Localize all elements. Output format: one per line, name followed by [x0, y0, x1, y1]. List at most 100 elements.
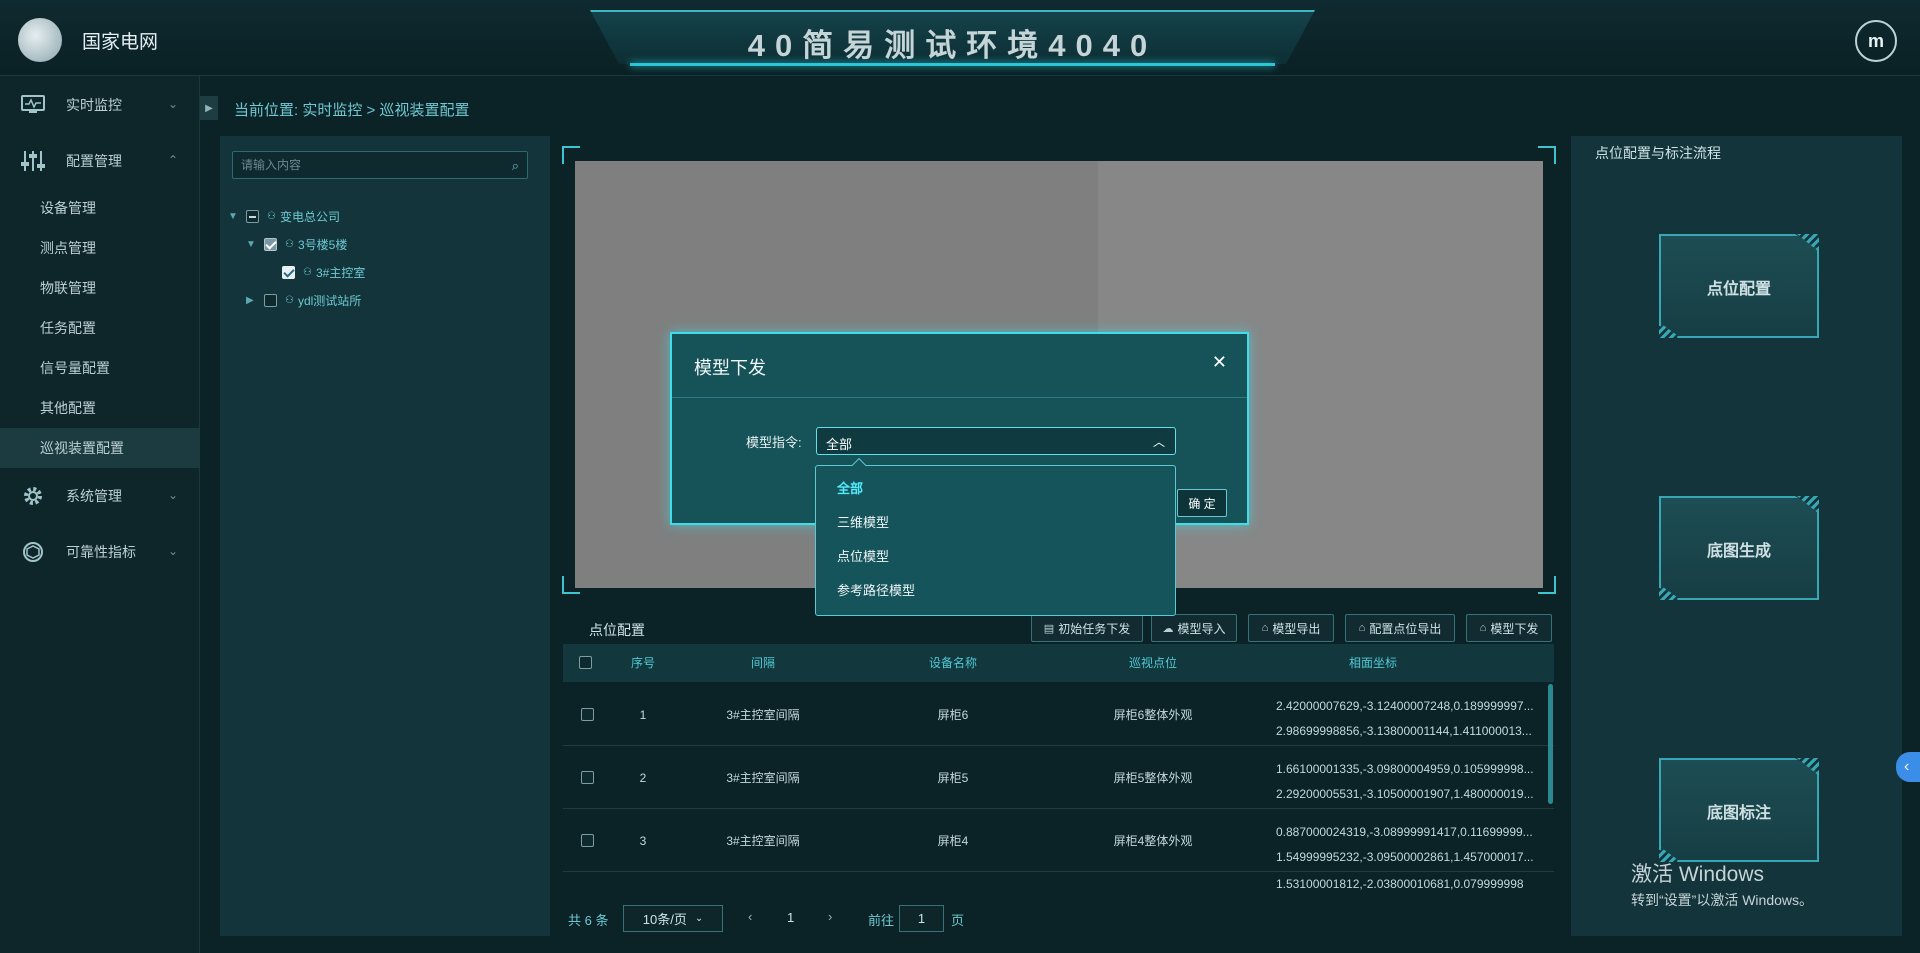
- cell-index: 3: [639, 833, 647, 848]
- sidebar-subitem-other-config[interactable]: 其他配置: [0, 388, 200, 428]
- point-config-export-button[interactable]: ⌂ 配置点位导出: [1345, 614, 1455, 642]
- dropdown-option[interactable]: 点位模型: [816, 540, 1175, 574]
- sidebar-item-reliability-index[interactable]: 可靠性指标 ⌄: [0, 532, 200, 572]
- step-point-config-button[interactable]: 点位配置: [1659, 234, 1819, 338]
- cell-device: 屏柜4: [937, 834, 969, 848]
- chevron-up-icon: ⌃: [167, 153, 178, 167]
- model-command-select[interactable]: 全部 ︿: [816, 427, 1176, 455]
- tree-search: ⌕: [232, 151, 528, 179]
- pagination: 共 6 条 10条/页 ⌄ ‹ 1 › 前往 1 页: [563, 903, 1554, 933]
- node-icon: ⚇: [303, 266, 312, 278]
- tree-node-label[interactable]: 3号楼5楼: [298, 236, 347, 253]
- point-config-toolbar: ▤ 初始任务下发 ☁ 模型导入 ⌂ 模型导出 ⌂ 配置点位导出 ⌂ 模型下发: [563, 614, 1554, 642]
- sidebar-subitem-device[interactable]: 设备管理: [0, 188, 200, 228]
- close-icon[interactable]: ✕: [1212, 352, 1227, 373]
- sidebar-subitem-iot[interactable]: 物联管理: [0, 268, 200, 308]
- sidebar-subitem-task-config[interactable]: 任务配置: [0, 308, 200, 348]
- tree-node-label[interactable]: 3#主控室: [316, 264, 365, 281]
- tree-node[interactable]: ⚇ 3#主控室: [264, 261, 365, 283]
- monitor-icon: [20, 94, 46, 116]
- tree-panel: ⌕ ▼ ⚇ 变电总公司 ▼ ⚇ 3号楼5楼 ⚇ 3#主控室 ▶ ⚇ ydl测试站…: [220, 136, 550, 936]
- table-scrollbar[interactable]: [1548, 684, 1553, 804]
- select-all-checkbox[interactable]: [579, 656, 592, 669]
- caret-down-icon[interactable]: ▼: [246, 239, 258, 250]
- tree-checkbox[interactable]: [264, 237, 277, 251]
- system-title: 40简易测试环境4040: [747, 28, 1158, 63]
- cell-bay: 3#主控室间隔: [726, 834, 800, 848]
- model-import-button[interactable]: ☁ 模型导入: [1151, 614, 1237, 642]
- table-row[interactable]: 1 3#主控室间隔 屏柜6 屏柜6整体外观 2.42000007629,-3.1…: [563, 683, 1554, 746]
- tree-checkbox[interactable]: [282, 265, 295, 279]
- cell-coordinates: 2.42000007629,-3.12400007248,0.189999997…: [1276, 699, 1534, 738]
- column-header: 巡视点位: [1128, 656, 1177, 670]
- tree-checkbox[interactable]: [264, 293, 277, 307]
- tree-node[interactable]: ▼ ⚇ 变电总公司: [228, 205, 340, 227]
- sidebar-subitem-signal-config[interactable]: 信号量配置: [0, 348, 200, 388]
- breadcrumb: 当前位置: 实时监控 > 巡视装置配置: [234, 99, 469, 120]
- sidebar-subitem-patrol-device-config[interactable]: 巡视装置配置: [0, 428, 200, 468]
- breadcrumb-path[interactable]: 实时监控 > 巡视装置配置: [302, 102, 469, 119]
- sidebar-item-config-management[interactable]: 配置管理 ⌃: [0, 141, 200, 181]
- workflow-title: 点位配置与标注流程: [1595, 145, 1721, 161]
- column-header: 间隔: [750, 656, 775, 670]
- tree-node-label[interactable]: 变电总公司: [280, 208, 340, 225]
- cell-device: 屏柜5: [937, 771, 969, 785]
- export-icon: ⌂: [1479, 622, 1487, 634]
- export-icon: ⌂: [1261, 622, 1269, 634]
- cell-bay: 3#主控室间隔: [726, 771, 800, 785]
- caret-down-icon[interactable]: ▼: [228, 211, 240, 222]
- goto-page-input[interactable]: 1: [899, 905, 944, 932]
- chevron-down-icon: ⌄: [694, 913, 704, 924]
- search-icon[interactable]: ⌕: [512, 158, 519, 174]
- node-icon: ⚇: [285, 294, 294, 306]
- side-expand-tab[interactable]: ‹: [1896, 752, 1920, 782]
- current-page[interactable]: 1: [787, 910, 794, 925]
- tree-checkbox[interactable]: [246, 209, 259, 223]
- sidebar-item-label: 系统管理: [66, 488, 122, 504]
- step-basemap-generate-button[interactable]: 底图生成: [1659, 496, 1819, 600]
- cell-index: 2: [639, 770, 647, 785]
- next-page-button[interactable]: ›: [828, 909, 832, 924]
- tree-node-label[interactable]: ydl测试站所: [298, 292, 361, 309]
- table-row[interactable]: 2 3#主控室间隔 屏柜5 屏柜5整体外观 1.66100001335,-3.0…: [563, 746, 1554, 809]
- node-icon: ⚇: [285, 238, 294, 250]
- model-dispatch-button[interactable]: ⌂ 模型下发: [1466, 614, 1552, 642]
- step-basemap-annotate-button[interactable]: 底图标注: [1659, 758, 1819, 862]
- page-unit: 页: [951, 913, 965, 928]
- column-header: 序号: [630, 656, 655, 670]
- cell-coordinates: 1.66100001335,-3.09800004959,0.105999998…: [1276, 762, 1534, 801]
- tree-node[interactable]: ▼ ⚇ 3号楼5楼: [246, 233, 347, 255]
- sidebar-collapse-button[interactable]: ▶: [200, 96, 218, 120]
- row-checkbox[interactable]: [580, 771, 594, 784]
- node-icon: ⚇: [267, 210, 276, 222]
- sidebar-item-realtime-monitor[interactable]: 实时监控 ⌄: [0, 85, 200, 125]
- sidebar-subitem-measure-point[interactable]: 测点管理: [0, 228, 200, 268]
- model-export-button[interactable]: ⌂ 模型导出: [1248, 614, 1334, 642]
- confirm-button[interactable]: 确 定: [1177, 489, 1227, 517]
- column-header: 相面坐标: [1348, 656, 1397, 670]
- sidebar-item-system-management[interactable]: 系统管理 ⌄: [0, 476, 200, 516]
- export-icon: ⌂: [1358, 622, 1366, 634]
- dropdown-option[interactable]: 参考路径模型: [816, 574, 1175, 608]
- initial-task-dispatch-button[interactable]: ▤ 初始任务下发: [1031, 614, 1143, 642]
- top-bar: 国家电网 40简易测试环境4040 m: [0, 0, 1920, 76]
- row-checkbox[interactable]: [580, 708, 594, 721]
- chevron-down-icon: ⌄: [167, 97, 178, 111]
- chevron-down-icon: ⌄: [167, 544, 178, 558]
- sliders-icon: [20, 150, 46, 172]
- tree-search-input[interactable]: [233, 152, 493, 178]
- table-row[interactable]: 3 3#主控室间隔 屏柜4 屏柜4整体外观 0.887000024319,-3.…: [563, 809, 1554, 872]
- chevron-down-icon: ⌄: [167, 488, 178, 502]
- cell-point: 屏柜5整体外观: [1113, 771, 1193, 785]
- caret-right-icon[interactable]: ▶: [246, 295, 258, 306]
- cell-coordinates: 1.53100001812,-2.03800010681,0.079999998: [1276, 877, 1524, 891]
- prev-page-button[interactable]: ‹: [748, 909, 752, 924]
- table-row[interactable]: 1.53100001812,-2.03800010681,0.079999998: [563, 872, 1554, 892]
- user-avatar[interactable]: m: [1855, 20, 1897, 62]
- tree-node[interactable]: ▶ ⚇ ydl测试站所: [246, 289, 361, 311]
- page-size-select[interactable]: 10条/页 ⌄: [623, 905, 723, 932]
- cloud-upload-icon: ☁: [1162, 622, 1174, 635]
- dropdown-option[interactable]: 三维模型: [816, 506, 1175, 540]
- row-checkbox[interactable]: [580, 834, 594, 847]
- dropdown-option[interactable]: 全部: [816, 472, 1175, 506]
